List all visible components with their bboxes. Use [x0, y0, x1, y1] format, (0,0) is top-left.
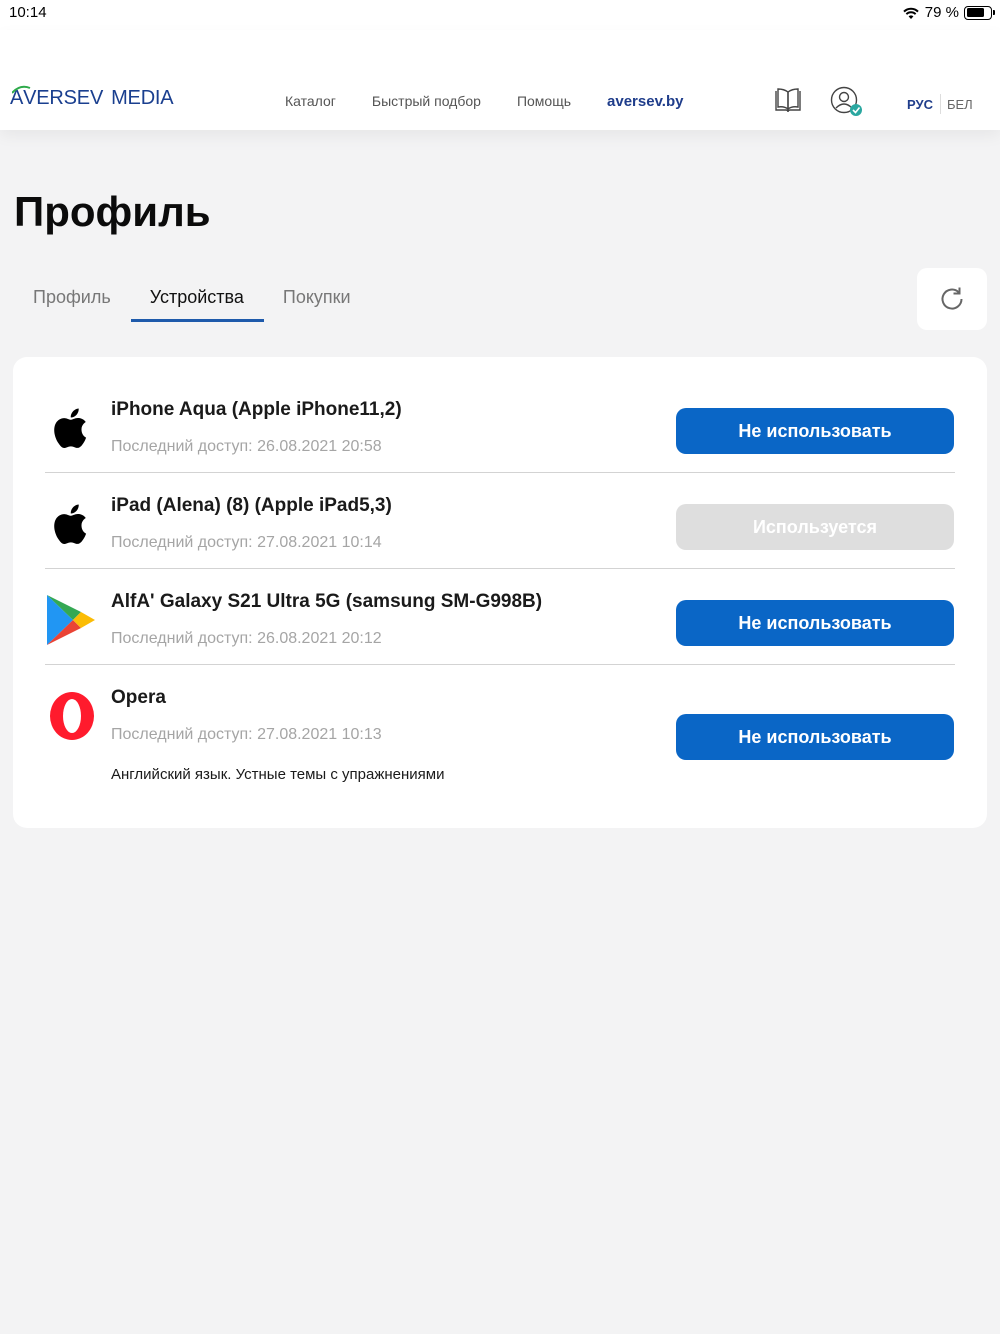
- device-name: iPad (Alena) (8) (Apple iPad5,3): [111, 495, 392, 516]
- aversev-media-logo[interactable]: A VERSEV MEDIA: [10, 85, 174, 110]
- battery-icon: [964, 5, 995, 20]
- status-right: 79 %: [902, 4, 995, 21]
- device-name: Opera: [111, 687, 166, 708]
- wifi-icon: [903, 7, 919, 19]
- status-time: 10:14: [9, 4, 47, 21]
- device-row: iPhone Aqua (Apple iPhone11,2) Последний…: [45, 381, 955, 473]
- device-last-access: Последний доступ: 27.08.2021 10:14: [111, 534, 382, 551]
- nav-help[interactable]: Помощь: [517, 93, 571, 110]
- device-last-access: Последний доступ: 27.08.2021 10:13: [111, 726, 382, 743]
- nav-quick-pick[interactable]: Быстрый подбор: [372, 93, 481, 110]
- nav-catalog[interactable]: Каталог: [285, 93, 336, 110]
- device-row: Opera Последний доступ: 27.08.2021 10:13…: [45, 665, 955, 805]
- lang-be[interactable]: БЕЛ: [947, 97, 973, 112]
- apple-icon: [54, 408, 87, 449]
- book-icon[interactable]: [774, 86, 802, 114]
- lang-divider: [939, 94, 941, 114]
- device-row: iPad (Alena) (8) (Apple iPad5,3) Последн…: [45, 473, 955, 569]
- disable-device-button[interactable]: Не использовать: [676, 714, 954, 760]
- page-title: Профиль: [14, 188, 211, 235]
- site-header: A VERSEV MEDIA Каталог Быстрый подбор Помо…: [0, 30, 1000, 130]
- logo-brand: VERSEV: [23, 87, 104, 109]
- tab-devices[interactable]: Устройства: [130, 284, 265, 322]
- lang-ru[interactable]: РУС: [907, 97, 933, 112]
- logo-media: MEDIA: [111, 87, 174, 109]
- logo-swoosh-icon: [12, 85, 31, 94]
- device-name: AlfA' Galaxy S21 Ultra 5G (samsung SM-G9…: [111, 591, 543, 612]
- tab-profile[interactable]: Профиль: [14, 284, 131, 322]
- profile-tabs: Профиль Устройства Покупки: [14, 284, 371, 324]
- device-last-access: Последний доступ: 26.08.2021 20:58: [111, 438, 382, 455]
- google-play-icon: [47, 595, 95, 645]
- device-row: AlfA' Galaxy S21 Ultra 5G (samsung SM-G9…: [45, 569, 955, 665]
- refresh-button[interactable]: [917, 268, 987, 330]
- status-bar: 10:14 79 %: [0, 0, 1000, 30]
- opera-icon: [50, 692, 94, 740]
- language-switcher: РУС БЕЛ: [907, 94, 973, 114]
- devices-card: iPhone Aqua (Apple iPhone11,2) Последний…: [13, 357, 987, 828]
- disable-device-button[interactable]: Не использовать: [676, 408, 954, 454]
- battery-percent: 79 %: [924, 4, 959, 21]
- disable-device-button[interactable]: Не использовать: [676, 600, 954, 646]
- device-name: iPhone Aqua (Apple iPhone11,2): [111, 399, 402, 420]
- device-in-use-button: Используется: [676, 504, 954, 550]
- device-last-access: Последний доступ: 26.08.2021 20:12: [111, 630, 382, 647]
- tab-purchases[interactable]: Покупки: [264, 284, 371, 322]
- apple-icon: [54, 504, 87, 545]
- main-nav: Каталог Быстрый подбор Помощь aversev.by: [285, 93, 719, 110]
- user-verified-icon[interactable]: [830, 86, 864, 118]
- nav-site-link[interactable]: aversev.by: [607, 93, 683, 110]
- device-product-note: Английский язык. Устные темы с упражнени…: [111, 766, 445, 783]
- refresh-icon: [941, 287, 963, 310]
